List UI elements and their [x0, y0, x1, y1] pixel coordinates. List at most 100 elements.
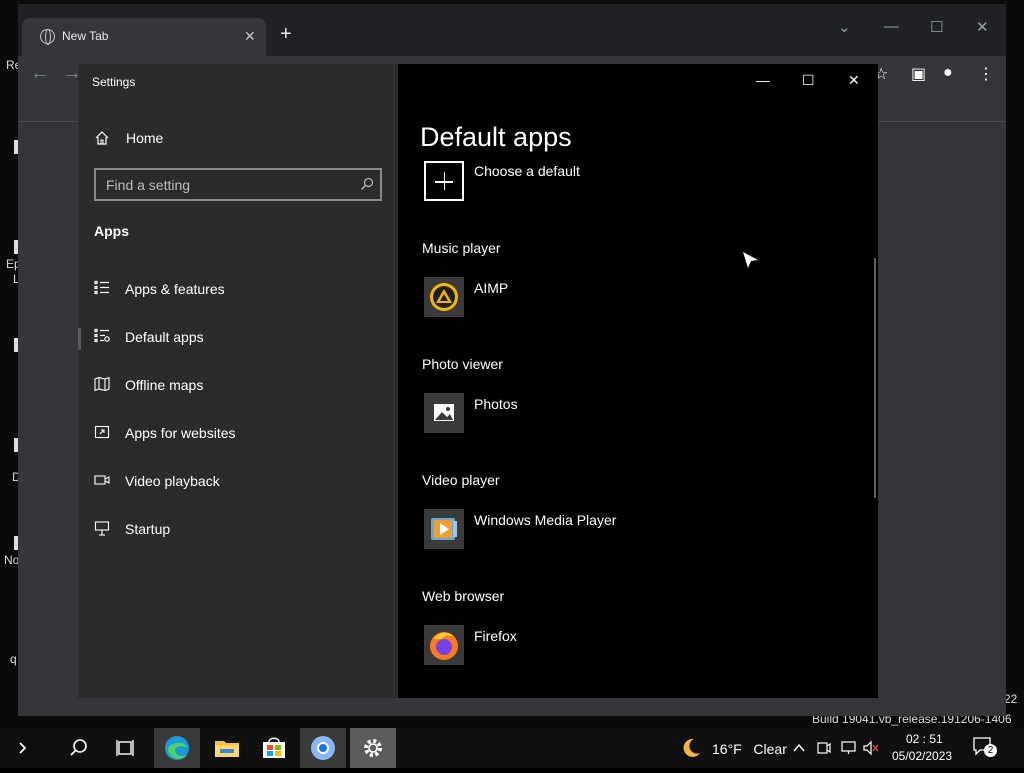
taskbar-chrome[interactable] — [300, 728, 346, 768]
weather-condition: Clear — [753, 741, 787, 757]
taskbar: 16°F Clear 02 : 51 05/02/2023 2 — [0, 728, 1024, 768]
taskbar-store[interactable] — [251, 728, 297, 768]
maximize-button[interactable]: ☐ — [802, 72, 815, 89]
settings-sidebar: Settings Home Apps — [78, 64, 398, 698]
minimize-button[interactable]: — — [756, 72, 770, 88]
close-button[interactable]: ✕ — [848, 72, 860, 89]
task-view-icon — [116, 740, 134, 756]
search-input[interactable] — [96, 170, 356, 199]
sidebar-item-label: Startup — [125, 521, 171, 537]
search-box[interactable] — [94, 168, 382, 201]
close-tab-button[interactable]: ✕ — [244, 28, 256, 45]
search-button[interactable] — [56, 728, 102, 768]
choose-default-label: Choose a default — [474, 163, 580, 179]
chevron-down-icon[interactable]: ⌄ — [838, 18, 851, 36]
sidebar-item-video-playback[interactable]: Video playback — [78, 462, 398, 502]
startup-icon — [94, 521, 110, 536]
default-app-music[interactable]: AIMP — [424, 277, 724, 319]
edge-icon — [165, 736, 189, 760]
video-icon — [94, 475, 110, 485]
clock-date: 05/02/2023 — [892, 749, 953, 763]
aimp-icon — [424, 277, 464, 317]
sidebar-item-startup[interactable]: Startup — [78, 510, 398, 550]
app-name: Photos — [474, 396, 518, 412]
default-app-video[interactable]: Windows Media Player — [424, 509, 724, 551]
gear-icon — [364, 739, 382, 757]
clock[interactable]: 02 : 51 05/02/2023 — [886, 728, 960, 768]
notifications-button[interactable]: 2 — [972, 736, 998, 760]
sidebar-item-default-apps[interactable]: Default apps — [78, 318, 398, 358]
taskbar-file-explorer[interactable] — [204, 728, 250, 768]
notification-badge: 2 — [984, 744, 997, 757]
tab-strip: New Tab ✕ + ⌄ — ☐ ✕ — [18, 4, 1006, 56]
choose-default-button[interactable]: Choose a default — [424, 161, 724, 203]
sidebar-icon[interactable]: ▣ — [911, 64, 926, 84]
app-name: AIMP — [474, 280, 509, 296]
default-app-photo[interactable]: Photos — [424, 393, 724, 435]
default-apps-icon — [94, 328, 110, 343]
map-icon — [94, 376, 110, 392]
chevron-up-icon[interactable] — [792, 741, 806, 755]
section-heading: Apps — [94, 223, 129, 239]
chevron-right-icon — [19, 742, 27, 754]
mouse-cursor-icon — [743, 252, 758, 268]
close-window-button[interactable]: ✕ — [976, 18, 989, 36]
home-label: Home — [126, 130, 164, 146]
clock-time: 02 : 51 — [906, 732, 943, 746]
chrome-icon — [311, 736, 335, 760]
search-icon — [70, 739, 87, 756]
sidebar-item-label: Apps for websites — [125, 425, 236, 441]
sidebar-item-offline-maps[interactable]: Offline maps — [78, 366, 398, 406]
home-icon — [95, 131, 109, 145]
app-name: Firefox — [474, 628, 517, 644]
store-icon — [263, 737, 285, 758]
list-icon — [94, 280, 109, 295]
sidebar-item-label: Video playback — [125, 473, 220, 489]
scrollbar[interactable] — [874, 258, 876, 498]
tab-title: New Tab — [62, 29, 109, 43]
sidebar-item-label: Apps & features — [125, 281, 225, 297]
category-heading-photo: Photo viewer — [422, 356, 503, 372]
meet-now-icon[interactable] — [816, 740, 832, 756]
menu-icon[interactable]: ⋮ — [978, 64, 994, 84]
maximize-button[interactable]: ☐ — [930, 18, 943, 36]
category-heading-browser: Web browser — [422, 588, 505, 604]
page-title: Default apps — [420, 122, 572, 152]
show-hidden-button[interactable] — [0, 728, 46, 768]
settings-content: — ☐ ✕ Default apps Choose a default Musi… — [398, 64, 878, 698]
window-title: Settings — [92, 75, 136, 89]
firefox-icon — [424, 625, 464, 665]
weather-widget[interactable]: 16°F Clear — [712, 741, 787, 757]
settings-window: Settings Home Apps — [78, 64, 878, 698]
sidebar-item-apps-for-websites[interactable]: Apps for websites — [78, 414, 398, 454]
category-heading-music: Music player — [422, 240, 501, 256]
sidebar-item-label: Default apps — [125, 329, 204, 345]
weather-temp: 16°F — [712, 741, 742, 757]
sidebar-item-label: Offline maps — [125, 377, 204, 393]
folder-icon — [215, 741, 239, 757]
plus-icon — [424, 161, 464, 201]
minimize-button[interactable]: — — [884, 18, 899, 35]
taskbar-settings[interactable] — [350, 728, 396, 768]
default-app-browser[interactable]: Firefox — [424, 625, 724, 667]
profile-icon[interactable]: ● — [943, 64, 953, 82]
globe-icon — [40, 29, 55, 45]
search-icon[interactable] — [360, 177, 374, 191]
taskbar-edge[interactable] — [154, 728, 200, 768]
tab-new-tab[interactable]: New Tab ✕ — [22, 18, 266, 56]
desktop-label-fragment: q — [10, 652, 17, 666]
task-view-button[interactable] — [102, 728, 148, 768]
photos-icon — [424, 393, 464, 433]
build-edge-number: 22 — [1004, 692, 1018, 706]
sidebar-item-apps-features[interactable]: Apps & features — [78, 270, 398, 310]
volume-muted-icon[interactable] — [862, 740, 880, 756]
back-button[interactable]: ← — [30, 62, 50, 85]
moon-icon[interactable] — [680, 737, 702, 759]
category-heading-video: Video player — [422, 472, 500, 488]
windows-media-player-icon — [424, 509, 464, 549]
home-link[interactable]: Home — [94, 128, 384, 160]
app-name: Windows Media Player — [474, 512, 617, 528]
new-tab-button[interactable]: + — [280, 24, 292, 44]
open-external-icon — [94, 425, 110, 439]
network-icon[interactable] — [840, 740, 858, 756]
